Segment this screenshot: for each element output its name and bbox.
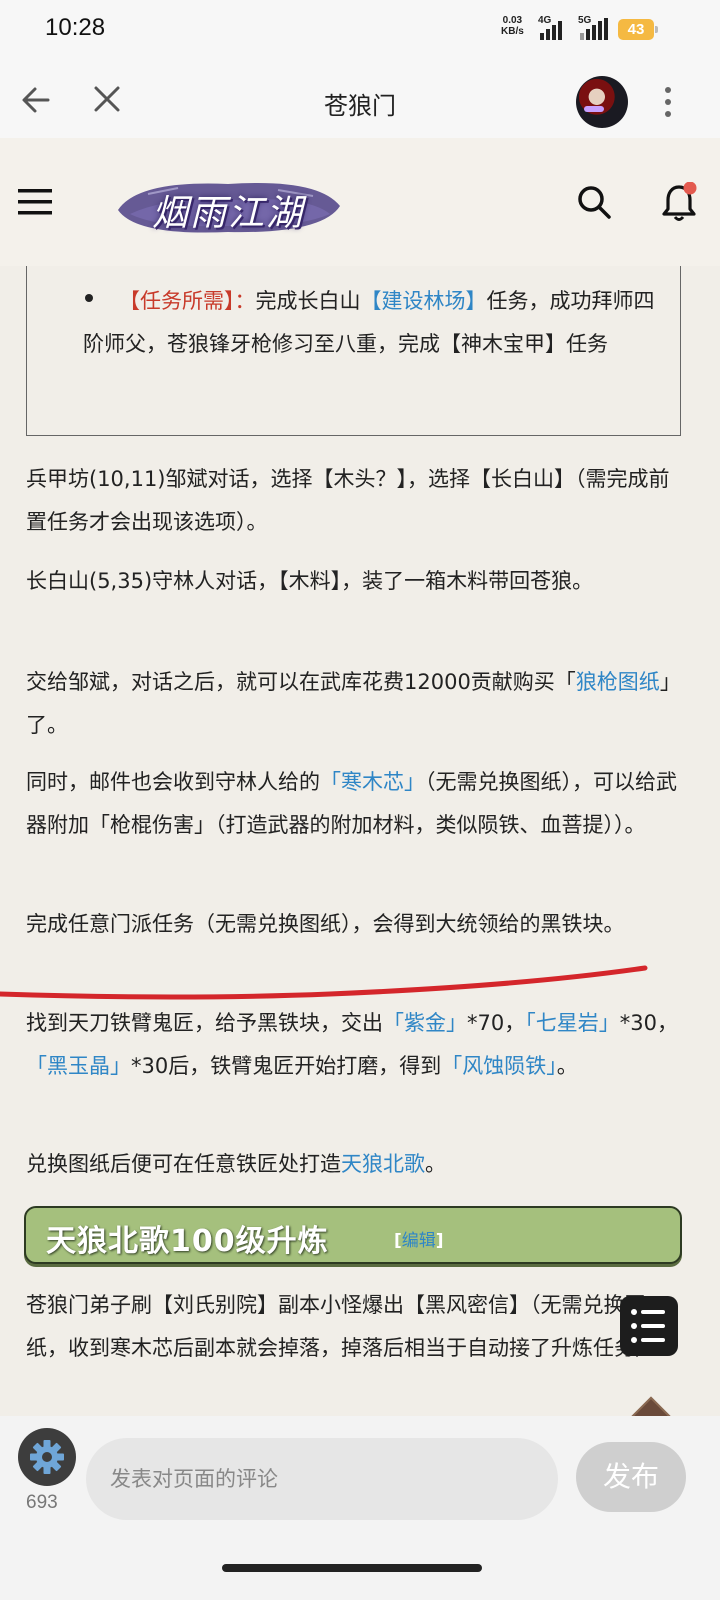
link-build-forest[interactable]: 【建设林场】: [361, 289, 487, 313]
paragraph-3-text-a: 交给邹斌，对话之后，就可以在武库花费12000贡献购买「: [26, 670, 576, 694]
task-label: 【任务所需】：: [119, 289, 256, 313]
edit-bracket-close: ]: [435, 1231, 444, 1251]
link-wind-eroded-meteorite[interactable]: 「风蚀陨铁」: [441, 1054, 557, 1078]
section-heading: 天狼北歌100级升炼 [编辑]: [24, 1206, 682, 1264]
task-requirements-text: 【任务所需】：完成长白山【建设林场】任务，成功拜师四阶师父，苍狼锋牙枪修习至八重…: [83, 280, 673, 366]
edit-bracket-open: [: [394, 1231, 402, 1251]
status-time: 10:28: [45, 14, 106, 41]
link-purple-gold[interactable]: 「紫金」: [383, 1011, 467, 1035]
avatar[interactable]: [576, 76, 628, 128]
comment-input-wrapper: [86, 1438, 558, 1520]
link-seven-star-rock[interactable]: 「七星岩」: [525, 1011, 620, 1035]
signal-4g-icon: 4G: [538, 15, 562, 40]
edit-link[interactable]: 编辑: [402, 1231, 436, 1251]
paragraph-6: 找到天刀铁臂鬼匠，给予黑铁块，交出「紫金」*70，「七星岩」*30， 「黑玉晶」*…: [26, 1002, 686, 1088]
battery-icon: 43: [618, 19, 658, 40]
paragraph-5: 完成任意门派任务（无需兑换图纸），会得到大统领给的黑铁块。: [26, 912, 625, 936]
network-speed: 0.03 KB/s: [501, 15, 524, 37]
section-title: 天狼北歌100级升炼: [46, 1224, 329, 1259]
network-speed-unit: KB/s: [501, 26, 524, 37]
signal-5g-icon: 5G: [578, 15, 608, 40]
paragraph-4-text-a: 同时，邮件也会收到守林人给的: [26, 770, 320, 794]
comment-count: 693: [26, 1492, 58, 1513]
paragraph-7-text-b: 。: [425, 1152, 446, 1176]
link-black-jade-crystal[interactable]: 「黑玉晶」: [26, 1054, 131, 1078]
home-indicator[interactable]: [222, 1564, 482, 1572]
edit-section: [编辑]: [394, 1226, 444, 1251]
paragraph-1: 兵甲坊(10,11)邹斌对话，选择【木头？】，选择【长白山】（需完成前置任务才会…: [26, 467, 670, 534]
comment-input[interactable]: [86, 1438, 558, 1520]
paragraph-6-text-e: 。: [556, 1054, 578, 1078]
notification-bell-icon[interactable]: [660, 182, 698, 222]
paragraph-3: 交给邹斌，对话之后，就可以在武库花费12000贡献购买「狼枪图纸」了。: [26, 661, 686, 747]
settings-button[interactable]: [18, 1428, 76, 1486]
paragraph-6-text-d: *30后，铁臂鬼匠开始打磨，得到: [131, 1054, 442, 1078]
link-wolf-spear-blueprint[interactable]: 狼枪图纸: [576, 670, 660, 694]
paragraph-4: 同时，邮件也会收到守林人给的「寒木芯」（无需兑换图纸），可以给武器附加「枪棍伤害…: [26, 761, 686, 847]
more-options-icon[interactable]: [660, 84, 676, 120]
list-icon: [631, 1309, 665, 1343]
table-of-contents-button[interactable]: [620, 1296, 678, 1356]
task-requirements-box: 【任务所需】：完成长白山【建设林场】任务，成功拜师四阶师父，苍狼锋牙枪修习至八重…: [26, 266, 681, 436]
paragraph-2: 长白山(5,35)守林人对话，【木料】，装了一箱木料带回苍狼。: [26, 569, 594, 593]
paragraph-6-text-b: *70，: [467, 1011, 526, 1035]
red-underline-mark: [0, 965, 648, 1000]
paragraph-6-text-a: 找到天刀铁臂鬼匠，给予黑铁块，交出: [26, 1011, 383, 1035]
paragraph-7-text-a: 兑换图纸后便可在任意铁匠处打造: [26, 1152, 341, 1176]
article-content: 【任务所需】：完成长白山【建设林场】任务，成功拜师四阶师父，苍狼锋牙枪修习至八重…: [0, 266, 720, 1416]
status-bar: 10:28 0.03 KB/s 4G 5G 43: [0, 0, 720, 62]
comment-bar: 693 发布: [0, 1416, 720, 1546]
paragraph-6-text-c: *30，: [619, 1011, 678, 1035]
hamburger-menu-icon[interactable]: [18, 188, 52, 216]
publish-button[interactable]: 发布: [576, 1442, 686, 1512]
site-logo[interactable]: 烟雨江湖: [108, 170, 348, 242]
search-icon[interactable]: [576, 184, 612, 220]
site-header: 烟雨江湖: [0, 138, 720, 266]
sim1-label: 4G: [538, 15, 552, 26]
paragraph-8: 苍狼门弟子刷【刘氏别院】副本小怪爆出【黑风密信】（无需兑换图纸，收到寒木芯后副本…: [26, 1293, 656, 1360]
system-navigation-bar: [0, 1546, 720, 1600]
browser-header: 苍狼门: [0, 62, 720, 138]
paragraph-7: 兑换图纸后便可在任意铁匠处打造天狼北歌。: [26, 1143, 686, 1186]
task-text-1: 完成长白山: [255, 289, 361, 313]
network-speed-value: 0.03: [502, 15, 523, 26]
sim2-label: 5G: [578, 15, 592, 26]
site-logo-text: 烟雨江湖: [151, 193, 304, 234]
link-tianlang-beige[interactable]: 天狼北歌: [341, 1152, 425, 1176]
gear-icon: [30, 1440, 64, 1474]
link-cold-wood-core[interactable]: 「寒木芯」: [320, 770, 425, 794]
